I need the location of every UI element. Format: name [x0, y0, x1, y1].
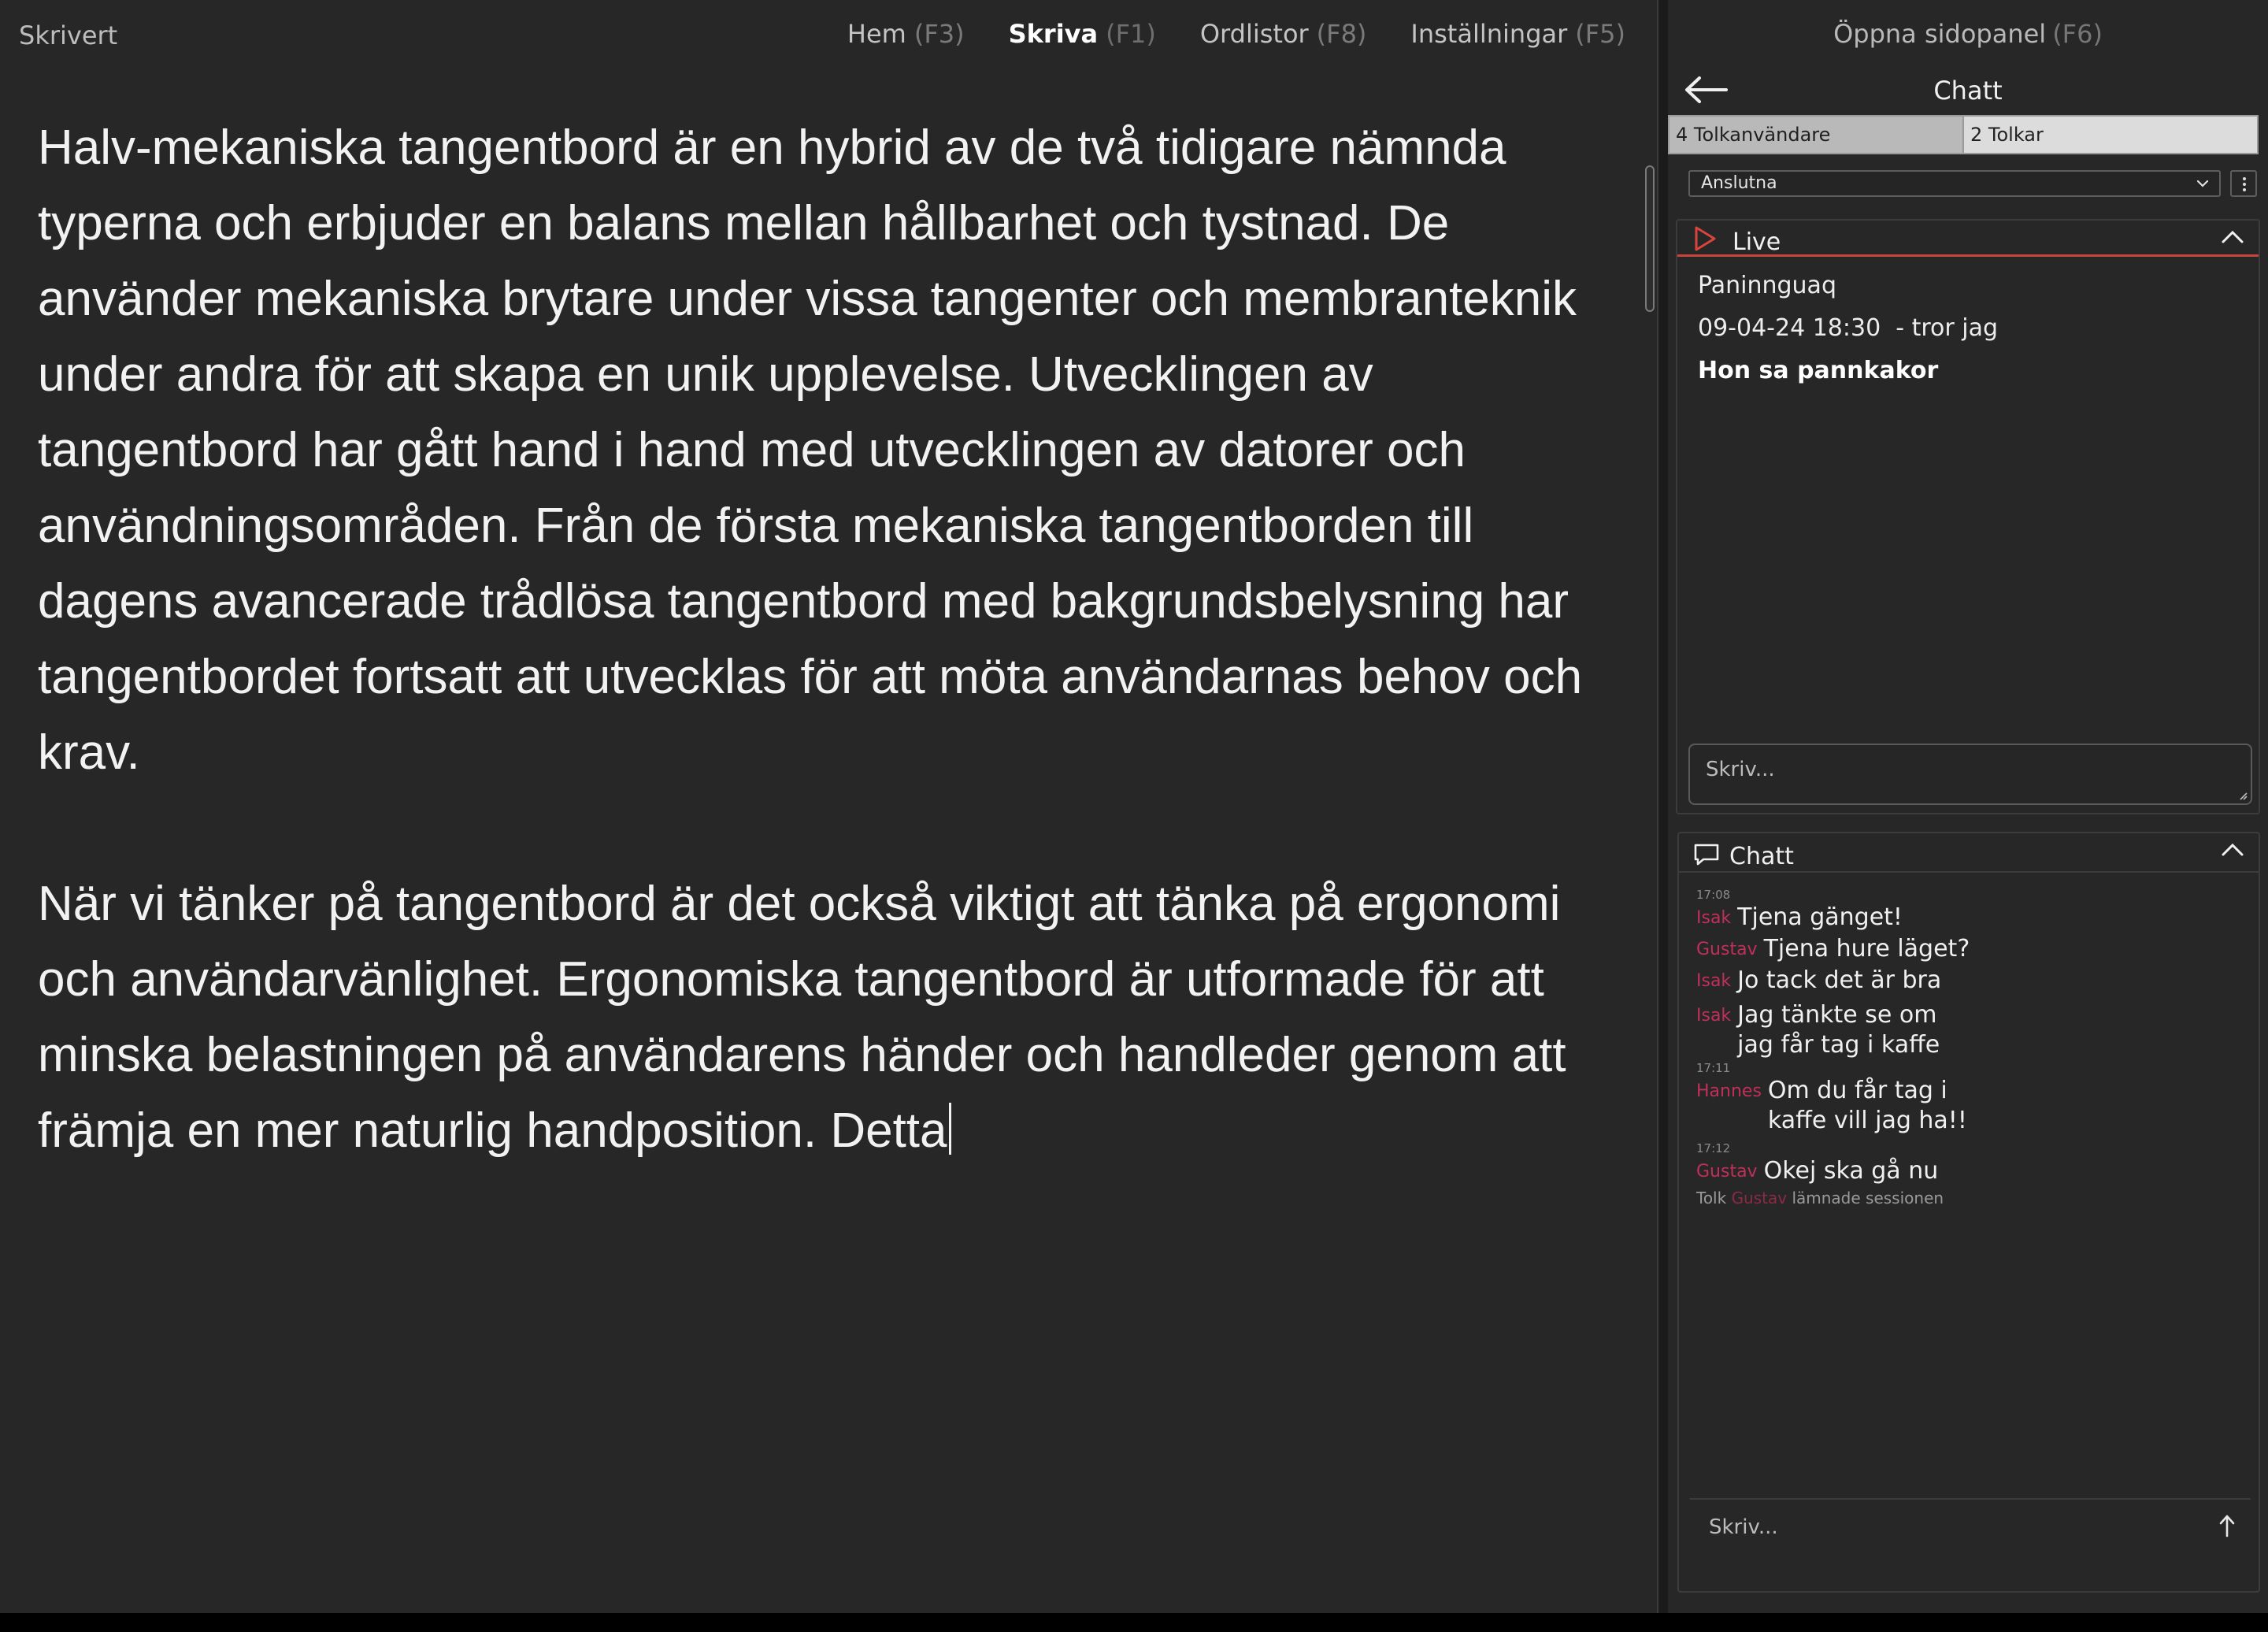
- sender-name: Gustav: [1696, 940, 1758, 959]
- main-nav: Hem (F3) Skriva (F1) Ordlistor (F8) Inställ…: [847, 19, 1625, 49]
- top-bar: Skrivert Hem (F3) Skriva (F1) Ordlistor (F8…: [0, 0, 1657, 71]
- nav-home-key: (F3): [914, 19, 965, 49]
- open-side-panel-key: (F6): [2052, 19, 2103, 49]
- system-suffix: lämnade sessionen: [1792, 1189, 1944, 1207]
- sender-name: Isak: [1696, 908, 1732, 928]
- live-line: Hon sa pannkakor: [1698, 357, 1939, 384]
- live-transcript: Paninnguaq 09-04-24 18:30 - tror jag Hon…: [1698, 265, 1998, 392]
- live-header[interactable]: Live: [1677, 221, 2259, 257]
- chat-header[interactable]: Chatt: [1679, 833, 2259, 873]
- live-section: Live Paninnguaq 09-04-24 18:30 - tror ja…: [1676, 219, 2260, 814]
- nav-wordlists-label: Ordlistor: [1199, 19, 1309, 49]
- nav-wordlists-key: (F8): [1316, 19, 1367, 49]
- dot-icon: [2243, 177, 2246, 180]
- chat-message: Isak Jag tänkte se om jag får tag i kaff…: [1696, 1000, 2248, 1060]
- chat-bubble-icon: [1694, 844, 1719, 866]
- connection-filter-select[interactable]: Anslutna: [1688, 170, 2221, 197]
- open-side-panel-label: Öppna sidopanel: [1833, 19, 2047, 49]
- panel-divider[interactable]: [1657, 0, 1668, 1613]
- system-message: Tolk Gustav lämnade sessionen: [1696, 1188, 2248, 1208]
- system-name: Gustav: [1731, 1189, 1788, 1207]
- chat-message: Gustav Okej ska gå nu: [1696, 1156, 2248, 1188]
- live-label: Live: [1732, 228, 1781, 256]
- nav-settings[interactable]: Inställningar (F5): [1410, 19, 1625, 49]
- collapse-icon[interactable]: [2221, 841, 2244, 859]
- message-text: Okej ska gå nu: [1763, 1157, 1939, 1185]
- nav-home[interactable]: Hem (F3): [847, 19, 965, 49]
- editor-scrollbar[interactable]: [1645, 165, 1655, 312]
- chat-input[interactable]: Skriv...: [1709, 1515, 1778, 1539]
- side-panel: Öppna sidopanel (F6) Chatt 4 Tolkanvändar…: [1668, 0, 2268, 1613]
- editor-pane: Skrivert Hem (F3) Skriva (F1) Ordlistor (F8…: [0, 0, 1657, 1613]
- text-caret: [948, 1103, 951, 1155]
- chat-message: Isak Jo tack det är bra: [1696, 966, 2248, 997]
- chevron-down-icon: [2196, 180, 2209, 187]
- sender-name: Isak: [1696, 971, 1732, 991]
- timestamp: 17:11: [1696, 1061, 1731, 1075]
- message-text: Jag tänkte se om jag får tag i kaffe: [1737, 1001, 1940, 1059]
- live-input-placeholder: Skriv...: [1706, 758, 1775, 781]
- sender-name: Gustav: [1696, 1162, 1758, 1181]
- app-title: Skrivert: [19, 20, 118, 50]
- system-prefix: Tolk: [1696, 1189, 1727, 1207]
- dot-icon: [2243, 183, 2246, 186]
- live-line: 09-04-24 18:30 - tror jag: [1698, 314, 1999, 342]
- message-text: Tjena gänget!: [1737, 903, 1903, 931]
- editor-paragraph-1: Halv-mekaniska tangentbord är en hybrid …: [38, 121, 1583, 780]
- open-side-panel-button[interactable]: Öppna sidopanel (F6): [1668, 19, 2268, 49]
- sender-name: Hannes: [1696, 1081, 1762, 1101]
- resize-grip-icon[interactable]: [2236, 789, 2248, 800]
- live-line: Paninnguaq: [1698, 272, 1836, 299]
- chat-message: Hannes Om du får tag i kaffe vill jag ha…: [1696, 1076, 2248, 1136]
- connection-filter-value: Anslutna: [1701, 173, 1777, 193]
- nav-home-label: Hem: [847, 19, 906, 49]
- nav-write-label: Skriva: [1008, 19, 1099, 49]
- dot-icon: [2243, 188, 2246, 191]
- more-options-button[interactable]: [2230, 170, 2257, 197]
- chat-message: Isak Tjena gänget!: [1696, 903, 2248, 934]
- collapse-icon[interactable]: [2221, 228, 2244, 246]
- chat-messages: 17:08 Isak Tjena gänget! Gustav Tjena hu…: [1696, 887, 2248, 1208]
- live-input[interactable]: Skriv...: [1688, 744, 2252, 805]
- sender-name: Isak: [1696, 1006, 1732, 1026]
- nav-write[interactable]: Skriva (F1): [1009, 19, 1156, 49]
- text-editor[interactable]: Halv-mekaniska tangentbord är en hybrid …: [38, 110, 1621, 1244]
- message-text: Om du får tag i kaffe vill jag ha!!: [1767, 1077, 1967, 1134]
- editor-paragraph-2: När vi tänker på tangentbord är det ocks…: [38, 866, 1621, 1169]
- chat-input-divider: [1690, 1498, 2251, 1500]
- nav-write-key: (F1): [1106, 19, 1156, 49]
- chat-section: Chatt 17:08 Isak Tjena gänget! Gustav Tj…: [1677, 832, 2260, 1593]
- side-panel-title: Chatt: [1933, 76, 2003, 106]
- tab-interpreters[interactable]: 2 Tolkar: [1962, 117, 2257, 153]
- timestamp: 17:12: [1696, 1141, 1731, 1155]
- bottom-bar: [0, 1613, 2268, 1632]
- play-icon: [1695, 226, 1716, 251]
- user-tabs: 4 Tolkanvändare 2 Tolkar: [1668, 115, 2259, 154]
- nav-settings-key: (F5): [1575, 19, 1625, 49]
- tab-interpreter-users[interactable]: 4 Tolkanvändare: [1670, 117, 1962, 153]
- timestamp: 17:08: [1696, 888, 1731, 902]
- nav-wordlists[interactable]: Ordlistor (F8): [1200, 19, 1367, 49]
- message-text: Tjena hure läget?: [1763, 935, 1970, 963]
- nav-settings-label: Inställningar: [1410, 19, 1568, 49]
- chat-title: Chatt: [1729, 843, 1794, 870]
- message-text: Jo tack det är bra: [1737, 966, 1942, 994]
- editor-paragraph-2-text: När vi tänker på tangentbord är det ocks…: [38, 877, 1566, 1158]
- chat-message: Gustav Tjena hure läget?: [1696, 934, 2248, 966]
- send-arrow-icon[interactable]: [2218, 1514, 2236, 1537]
